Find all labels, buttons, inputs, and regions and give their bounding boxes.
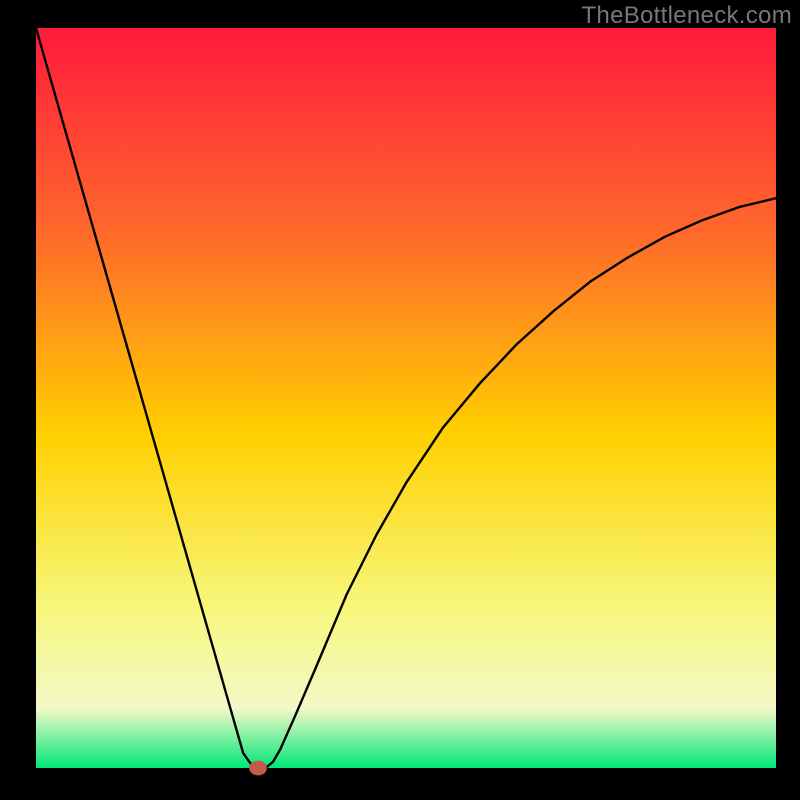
optimum-marker xyxy=(249,761,267,776)
attribution-text: TheBottleneck.com xyxy=(581,2,792,30)
chart-plot-background xyxy=(36,28,776,768)
bottleneck-chart xyxy=(0,0,800,800)
chart-container: TheBottleneck.com xyxy=(0,0,800,800)
